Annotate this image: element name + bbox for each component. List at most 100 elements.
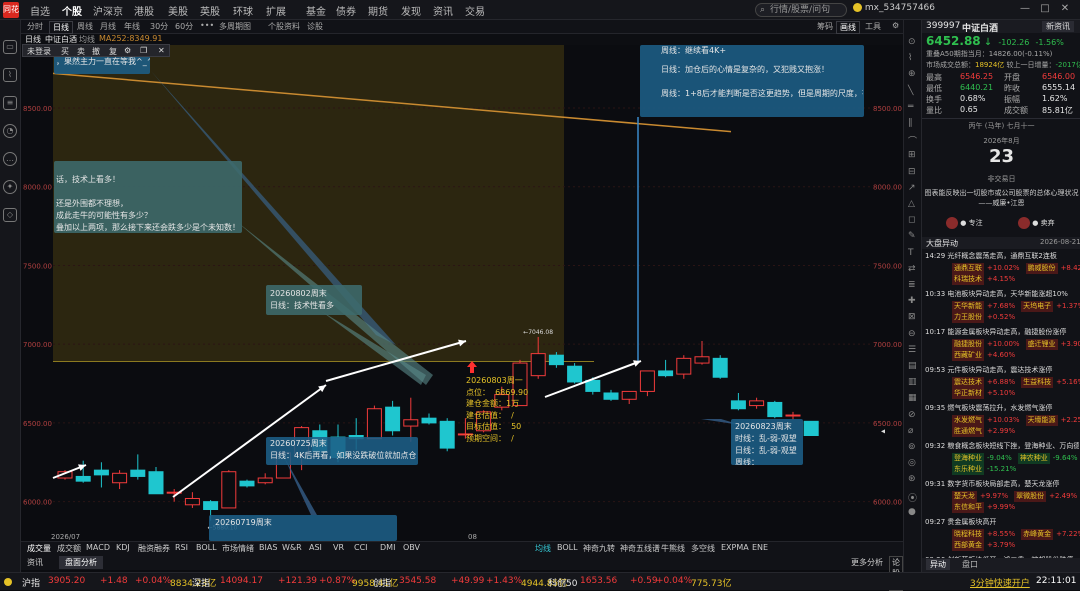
overlay-tab-0[interactable]: 均线 [535, 543, 551, 554]
news-headline[interactable]: 09:35 燃气板块震荡拉升，水发燃气涨停 [925, 403, 1079, 414]
nav-item-3[interactable]: 港股 [134, 3, 154, 18]
nav-item-13[interactable]: 交易 [465, 3, 485, 18]
indicator-tab-1[interactable]: 成交额 [57, 543, 81, 554]
nav-item-4[interactable]: 美股 [168, 3, 188, 18]
period-tab-0[interactable]: 分时 [24, 21, 46, 32]
tab-market-analysis[interactable]: 盘面分析 [59, 556, 103, 569]
kline-chart[interactable]: 6000.00 6000.00 6500.00 6500.00 7000.00 7000.… [21, 45, 903, 541]
news-stock-name[interactable]: 盛迁锂业 [1025, 339, 1058, 350]
more-analysis-link[interactable]: 更多分析 [851, 557, 883, 568]
news-stock-name[interactable]: 力王股份 [952, 312, 984, 323]
overlay-tab-3[interactable]: 神奇五线谱 [620, 543, 660, 554]
focus-button[interactable]: ● 专注 [946, 217, 983, 229]
nav-item-8[interactable]: 基金 [306, 3, 326, 18]
news-stock-name[interactable]: 翠微股份 [1014, 491, 1047, 502]
draw-tool-icon[interactable]: ≣ [908, 280, 916, 290]
nav-item-5[interactable]: 英股 [200, 3, 220, 18]
maximize-button[interactable]: □ [1038, 2, 1052, 16]
desktop-icon[interactable]: ▭ [3, 40, 17, 54]
overlay-tab-5[interactable]: 多空线 [691, 543, 715, 554]
gauge-icon[interactable]: ◔ [3, 124, 17, 138]
overlay-tab-6[interactable]: EXPMA [721, 543, 749, 552]
nav-item-10[interactable]: 期货 [368, 3, 388, 18]
chart-tool-0[interactable]: 筹码 [814, 21, 836, 32]
period-tab-3[interactable]: 月线 [97, 21, 119, 32]
period-tab-8[interactable]: 多周期图 [216, 21, 254, 32]
overlay-tab-1[interactable]: BOLL [557, 543, 578, 552]
abandon-button[interactable]: ● 卖弃 [1018, 217, 1055, 229]
tab-news[interactable]: 资讯 [27, 557, 43, 568]
news-stock-name[interactable]: 华正新材 [952, 388, 984, 399]
news-stock-name[interactable]: 神农种业 [1017, 453, 1050, 464]
news-stock-name[interactable]: 天坞电子 [1021, 301, 1054, 312]
news-stock-name[interactable]: 登海种业 [952, 453, 984, 464]
draw-tool-icon[interactable]: ↗ [908, 183, 916, 193]
chart-tool-1[interactable]: 画线 [836, 21, 860, 34]
draw-tool-icon[interactable]: ◻ [908, 215, 915, 225]
period-tab-10[interactable]: 诊股 [304, 21, 326, 32]
news-stock-name[interactable]: 科瑞技术 [952, 274, 984, 285]
nav-item-6[interactable]: 环球 [233, 3, 253, 18]
news-stock-name[interactable]: 东乐种业 [952, 464, 984, 475]
draw-tool-icon[interactable]: ⌒ [908, 134, 917, 147]
nav-item-2[interactable]: 沪深京 [93, 3, 123, 18]
news-headline[interactable]: 09:27 贵金属板块高开 [925, 517, 1079, 528]
indicator-tab-14[interactable]: OBV [403, 543, 420, 552]
news-stock-name[interactable]: 东信和平 [952, 502, 984, 513]
draw-tool-icon[interactable]: ⊠ [908, 312, 916, 322]
nav-item-9[interactable]: 债券 [336, 3, 356, 18]
draw-tool-icon[interactable]: ● [908, 507, 916, 517]
draw-tool-icon[interactable]: T [908, 248, 914, 258]
draw-tool-icon[interactable]: ⊕ [908, 69, 916, 79]
news-icon[interactable]: ≡ [3, 96, 17, 110]
draw-tool-icon[interactable]: ╲ [908, 86, 913, 96]
draw-tool-icon[interactable]: ⌇ [908, 53, 912, 63]
indicator-tab-8[interactable]: BIAS [259, 543, 277, 552]
draw-tool-icon[interactable]: ▥ [908, 377, 917, 387]
news-headline[interactable]: 10:33 电池板块异动走高，天华新能涨超10% [925, 289, 1079, 300]
chart-tool-3[interactable]: ⚙ [889, 21, 902, 30]
indicator-tab-13[interactable]: DMI [380, 543, 395, 552]
trade-toolbar-item-5[interactable]: ⚙ [124, 46, 131, 55]
indicator-tab-7[interactable]: 市场情绪 [222, 543, 254, 554]
draw-tool-icon[interactable]: ✚ [908, 296, 916, 306]
period-tab-5[interactable]: 30分 [147, 21, 171, 32]
news-stock-name[interactable]: 西部黄金 [952, 540, 984, 551]
indicator-tab-2[interactable]: MACD [86, 543, 110, 552]
news-stock-name[interactable]: 生益科技 [1021, 377, 1054, 388]
news-headline[interactable]: 09:32 粮食概念板块短线下挫，登海种业、万向德农 [925, 441, 1079, 452]
period-tab-4[interactable]: 年线 [121, 21, 143, 32]
news-stock-name[interactable]: 胜通燃气 [952, 426, 984, 437]
news-headline[interactable]: 14:29 光纤概念震荡走高，通鼎互联2连板 [925, 251, 1079, 262]
draw-tool-icon[interactable]: ⊞ [908, 150, 916, 160]
trade-toolbar-item-7[interactable]: ✕ [158, 46, 165, 55]
indicator-tab-11[interactable]: VR [333, 543, 344, 552]
indicator-tab-12[interactable]: CCI [354, 543, 368, 552]
search-input[interactable]: ⌕ 行情/股票/问句 [755, 3, 847, 17]
overlay-tab-7[interactable]: ENE [752, 543, 768, 552]
draw-tool-icon[interactable]: ☰ [908, 345, 916, 355]
indicator-tab-10[interactable]: ASI [309, 543, 322, 552]
user-account[interactable]: mx_534757466 [853, 3, 935, 13]
line-chart-icon[interactable]: ⌇ [3, 68, 17, 82]
news-headline[interactable]: 09:53 元件板块异动走高，震达技术涨停 [925, 365, 1079, 376]
nav-item-7[interactable]: 扩展 [266, 3, 286, 18]
draw-tool-icon[interactable]: ▦ [908, 393, 917, 403]
diamond-icon[interactable]: ◇ [3, 208, 17, 222]
chat-icon[interactable]: … [3, 152, 17, 166]
period-tab-7[interactable]: ••• [197, 21, 217, 30]
draw-tool-icon[interactable]: ⇄ [908, 264, 916, 274]
tab-orderbook[interactable]: 盘口 [958, 559, 982, 570]
news-stock-name[interactable]: 西藏矿业 [952, 350, 984, 361]
period-tab-9[interactable]: 个股资料 [265, 21, 303, 32]
open-account-link[interactable]: 3分钟快速开户 [970, 576, 1030, 589]
period-tab-2[interactable]: 周线 [74, 21, 96, 32]
news-stock-name[interactable]: 楚天龙 [952, 491, 977, 502]
news-headline[interactable]: 09:31 数字货币板块局部走高，楚天龙涨停 [925, 479, 1079, 490]
news-stock-name[interactable]: 天壕能源 [1025, 415, 1058, 426]
news-stock-name[interactable]: 震达技术 [952, 377, 984, 388]
draw-tool-icon[interactable]: ◎ [908, 458, 916, 468]
nav-item-1[interactable]: 个股 [62, 3, 82, 18]
draw-tool-icon[interactable]: △ [908, 199, 915, 209]
draw-tool-icon[interactable]: ∥ [908, 118, 913, 128]
